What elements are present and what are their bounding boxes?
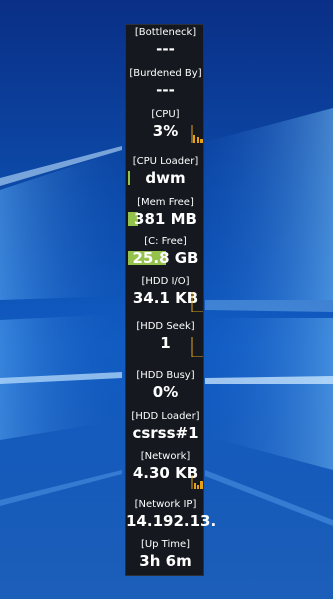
metric-value: 25.8 GB	[132, 249, 199, 267]
metric-up-time: [Up Time] 3h 6m	[126, 539, 205, 587]
metric-hdd-io: [HDD I/O] 34.1 KB	[126, 276, 205, 324]
hdd-seek-sparkline	[191, 337, 204, 357]
metric-label: [HDD I/O]	[141, 276, 190, 287]
metric-value: csrss#1	[132, 424, 199, 442]
metric-value: ---	[156, 40, 175, 58]
metric-label: [C: Free]	[144, 236, 187, 247]
metric-label: [HDD Seek]	[136, 321, 195, 332]
metric-label: [Mem Free]	[137, 197, 194, 208]
metric-label: [Network]	[140, 451, 191, 462]
metric-label: [HDD Loader]	[131, 411, 200, 422]
hdd-io-sparkline	[191, 292, 204, 312]
cpu-sparkline	[191, 123, 204, 143]
metric-label: [CPU Loader]	[132, 156, 199, 167]
metric-label: [HDD Busy]	[136, 370, 195, 381]
metric-label: [Burdened By]	[129, 68, 202, 79]
metric-value: 3h 6m	[139, 552, 192, 570]
metric-value: 14.192.13.	[126, 512, 217, 530]
metric-label: [CPU]	[151, 109, 180, 120]
metric-cpu: [CPU] 3%	[126, 109, 205, 157]
metric-value: 0%	[152, 383, 179, 401]
metric-value: ---	[156, 81, 175, 99]
metric-network: [Network] 4.30 KB	[126, 451, 205, 499]
metric-label: [Network IP]	[134, 499, 197, 510]
metric-label: [Up Time]	[140, 539, 191, 550]
metric-value: 381 MB	[134, 210, 197, 228]
metric-label: [Bottleneck]	[134, 27, 197, 38]
metric-hdd-seek: [HDD Seek] 1	[126, 321, 205, 369]
system-monitor-gadget[interactable]: [Bottleneck] --- [Burdened By] --- [CPU]…	[125, 24, 217, 576]
metric-value: dwm	[145, 169, 186, 187]
network-sparkline	[191, 469, 204, 489]
